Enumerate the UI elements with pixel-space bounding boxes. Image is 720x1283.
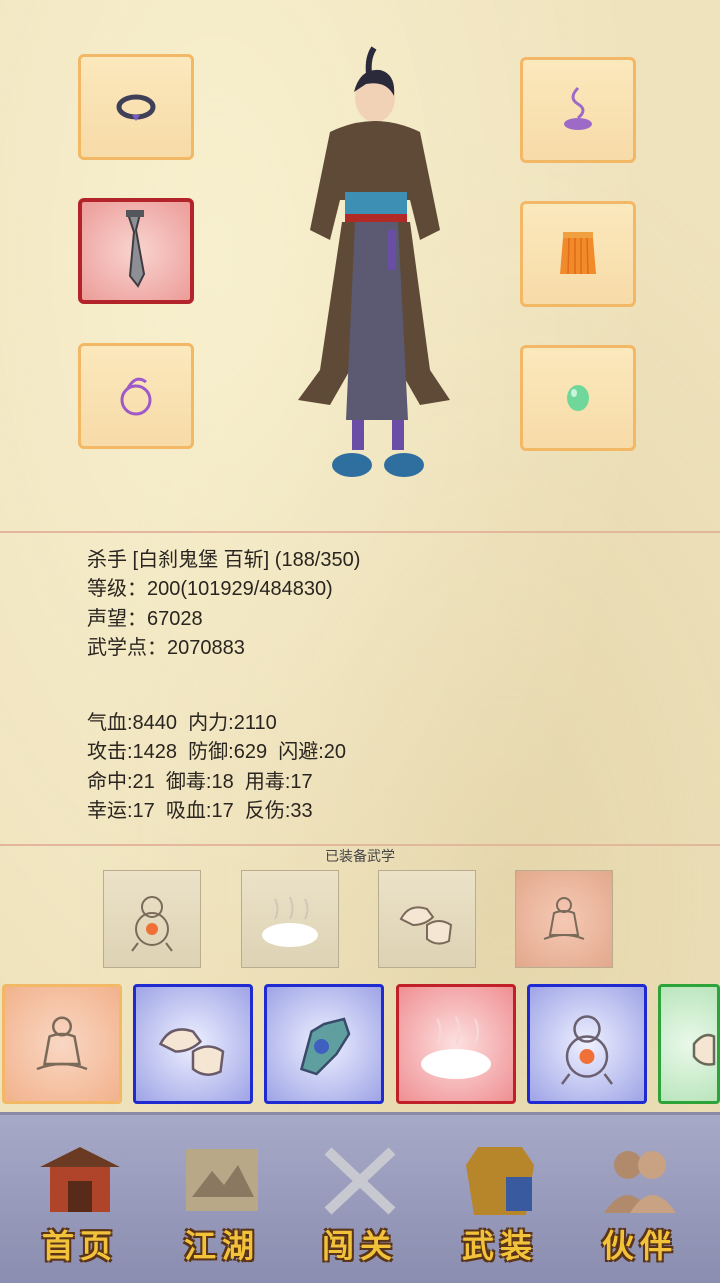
equip-slot-incense[interactable] — [520, 57, 636, 163]
skill-card[interactable] — [133, 984, 253, 1104]
scroll-map-icon — [186, 1149, 258, 1211]
incense-icon — [564, 86, 592, 130]
character-level: 等级：200(101929/484830) — [87, 578, 333, 601]
nav-wuzhuang-label: 武装 — [461, 1227, 538, 1265]
equip-slot-weapon[interactable] — [78, 198, 194, 304]
nav-chuangguan-label: 闯关 — [321, 1227, 398, 1265]
skill-card[interactable] — [396, 984, 516, 1104]
equip-slot-garment[interactable] — [520, 201, 636, 307]
fist-skill-icon — [158, 1028, 225, 1076]
jade-icon — [567, 385, 589, 411]
bracelet-icon — [120, 377, 152, 416]
stats-line: 幸运:17 吸血:17 反伤:33 — [87, 800, 313, 823]
skill-card[interactable] — [264, 984, 384, 1104]
divider-top — [0, 531, 720, 533]
skill-card[interactable] — [658, 984, 720, 1104]
ring-icon — [116, 94, 156, 121]
equip-slot-ring[interactable] — [78, 54, 194, 160]
sword-icon — [126, 209, 146, 288]
skill-card[interactable] — [2, 984, 122, 1104]
nav-huoban[interactable]: 伙伴 — [580, 1137, 700, 1267]
bottom-navigation: 首页 江湖 闯关 武装 伙伴 — [0, 1112, 720, 1283]
fist-skill-icon — [399, 906, 453, 945]
nav-huoban-label: 伙伴 — [601, 1227, 678, 1265]
skill-card[interactable] — [527, 984, 647, 1104]
stats-line: 命中:21 御毒:18 用毒:17 — [87, 770, 313, 793]
nav-home[interactable]: 首页 — [20, 1137, 140, 1267]
character-stats: 气血:8440 内力:2110 攻击:1428 防御:629 闪避:20 命中:… — [87, 709, 346, 827]
mist-skill-icon — [262, 896, 318, 947]
skirt-icon — [560, 232, 596, 275]
mist-skill-icon — [421, 1016, 491, 1079]
character-martial-points: 武学点：2070883 — [87, 637, 245, 660]
house-icon — [40, 1147, 120, 1212]
character-prestige: 声望：67028 — [87, 607, 203, 630]
gourd-skill-icon — [561, 1015, 613, 1085]
stats-line: 气血:8440 内力:2110 — [87, 712, 277, 734]
nav-wuzhuang[interactable]: 武装 — [440, 1137, 560, 1267]
equip-slot-jade[interactable] — [520, 345, 636, 451]
equipped-skill-slot[interactable] — [103, 870, 201, 968]
stats-line: 攻击:1428 防御:629 闪避:20 — [87, 741, 347, 764]
equip-slot-bracelet[interactable] — [78, 343, 194, 449]
gourd-skill-icon — [131, 896, 173, 952]
partners-icon — [604, 1151, 676, 1213]
nav-jianghu-label: 江湖 — [183, 1227, 260, 1265]
character-title: 杀手 [白刹鬼堡 百斩] (188/350) — [87, 549, 361, 571]
equipped-skill-slot[interactable] — [515, 870, 613, 968]
equipped-skills-title: 已装备武学 — [325, 848, 395, 864]
armor-icon — [466, 1147, 534, 1215]
equipped-skill-slot[interactable] — [378, 870, 476, 968]
character-portrait — [298, 46, 450, 477]
crossed-swords-icon — [324, 1147, 396, 1215]
meditation-skill-icon — [36, 1016, 88, 1071]
fist-skill-icon — [692, 1033, 716, 1066]
nav-home-label: 首页 — [41, 1227, 118, 1265]
palm-skill-icon — [299, 1017, 351, 1076]
nav-chuangguan[interactable]: 闯关 — [300, 1137, 420, 1267]
nav-jianghu[interactable]: 江湖 — [162, 1137, 282, 1267]
meditation-skill-icon — [543, 897, 585, 940]
character-info: 杀手 [白刹鬼堡 百斩] (188/350) 等级：200(101929/484… — [87, 546, 360, 664]
equipped-skill-slot[interactable] — [241, 870, 339, 968]
